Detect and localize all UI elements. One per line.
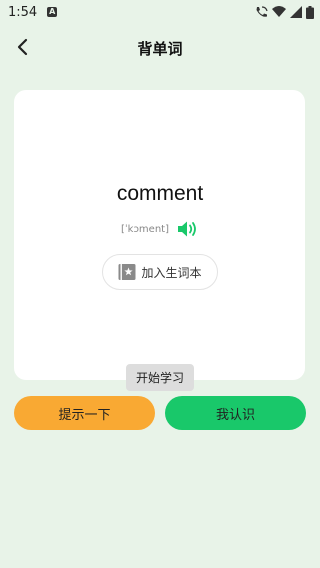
- phonetic-text: [ˈkɔment]: [121, 223, 169, 235]
- pronunciation-row: [ˈkɔment]: [0, 220, 320, 238]
- wordbook-star-icon: [118, 263, 136, 281]
- add-to-wordbook-label: 加入生词本: [141, 265, 202, 280]
- app-notification-icon: A: [47, 7, 58, 17]
- status-bar: 1:54 A: [0, 0, 320, 24]
- app-bar: 背单词: [0, 30, 320, 64]
- status-time: 1:54: [8, 4, 38, 20]
- word-text: comment: [116, 182, 204, 205]
- wifi-icon: [272, 6, 286, 18]
- wifi-call-icon: [255, 6, 268, 18]
- start-learning-tooltip: 开始学习: [126, 364, 194, 391]
- page-title: 背单词: [137, 40, 183, 58]
- hint-button[interactable]: 提示一下: [14, 396, 155, 430]
- add-to-wordbook-button[interactable]: 加入生词本: [102, 254, 218, 290]
- signal-icon: [290, 6, 302, 18]
- status-icons: [255, 5, 314, 19]
- know-button[interactable]: 我认识: [165, 396, 306, 430]
- battery-icon: [306, 5, 314, 19]
- speaker-icon[interactable]: [177, 220, 199, 238]
